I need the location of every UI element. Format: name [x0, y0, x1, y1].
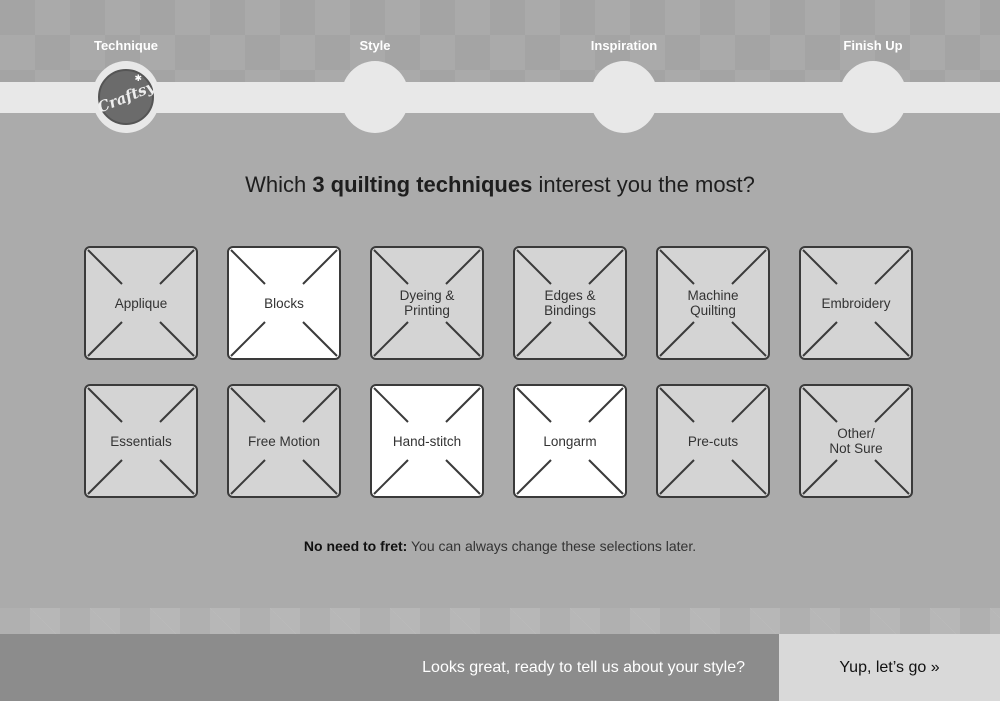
tile-dyeing-printing[interactable]: Dyeing & Printing: [370, 246, 484, 360]
step-label: Inspiration: [590, 38, 658, 53]
tile-applique[interactable]: Applique: [84, 246, 198, 360]
tile-longarm[interactable]: Longarm: [513, 384, 627, 498]
tile-label: Machine Quilting: [687, 288, 739, 318]
step-marker-style: [341, 61, 409, 133]
tile-blocks[interactable]: Blocks: [227, 246, 341, 360]
step-marker-inspiration: [590, 61, 658, 133]
step-label: Finish Up: [843, 38, 903, 53]
craftsy-logo: ✱ Craftsy: [94, 69, 158, 125]
tile-label: Essentials: [110, 433, 172, 449]
step-marker-finish-up: [839, 61, 907, 133]
step-label: Technique: [93, 38, 159, 53]
tile-embroidery[interactable]: Embroidery: [799, 246, 913, 360]
tile-label: Free Motion: [247, 433, 321, 449]
tile-label: Blocks: [264, 295, 304, 311]
tile-label: Applique: [114, 295, 168, 311]
tile-essentials[interactable]: Essentials: [84, 384, 198, 498]
tile-label: Longarm: [543, 433, 597, 449]
tile-label: Hand-stitch: [392, 433, 462, 449]
tile-edges-bindings[interactable]: Edges & Bindings: [513, 246, 627, 360]
footer-pattern: [0, 608, 1000, 634]
tile-free-motion[interactable]: Free Motion: [227, 384, 341, 498]
footer-bar: Looks great, ready to tell us about your…: [0, 634, 1000, 701]
step-marker-technique: ✱ Craftsy: [92, 61, 160, 133]
tile-other-not-sure[interactable]: Other/ Not Sure: [799, 384, 913, 498]
tile-hand-stitch[interactable]: Hand-stitch: [370, 384, 484, 498]
tile-pre-cuts[interactable]: Pre-cuts: [656, 384, 770, 498]
footer-message: Looks great, ready to tell us about your…: [422, 659, 745, 676]
tile-label: Embroidery: [821, 295, 891, 311]
continue-button[interactable]: Yup, let’s go »: [779, 634, 1000, 701]
page-question: Which 3 quilting techniques interest you…: [0, 172, 1000, 198]
tile-machine-quilting[interactable]: Machine Quilting: [656, 246, 770, 360]
note-bold: No need to fret:: [303, 538, 408, 554]
question-prefix: Which: [245, 172, 313, 197]
question-emphasis: 3 quilting techniques: [312, 172, 533, 197]
tile-label: Dyeing & Printing: [399, 288, 455, 318]
tile-label: Pre-cuts: [687, 433, 739, 449]
tile-label: Edges & Bindings: [544, 288, 596, 318]
tile-label: Other/ Not Sure: [829, 426, 883, 456]
technique-grid: Applique Blocks Dyeing & Printing Edges …: [84, 246, 916, 498]
logo-text: Craftsy: [94, 77, 158, 117]
question-suffix: interest you the most?: [532, 172, 755, 197]
note-text: You can always change these selections l…: [407, 538, 697, 554]
step-label: Style: [359, 38, 391, 53]
reassurance-note: No need to fret: You can always change t…: [0, 538, 1000, 554]
